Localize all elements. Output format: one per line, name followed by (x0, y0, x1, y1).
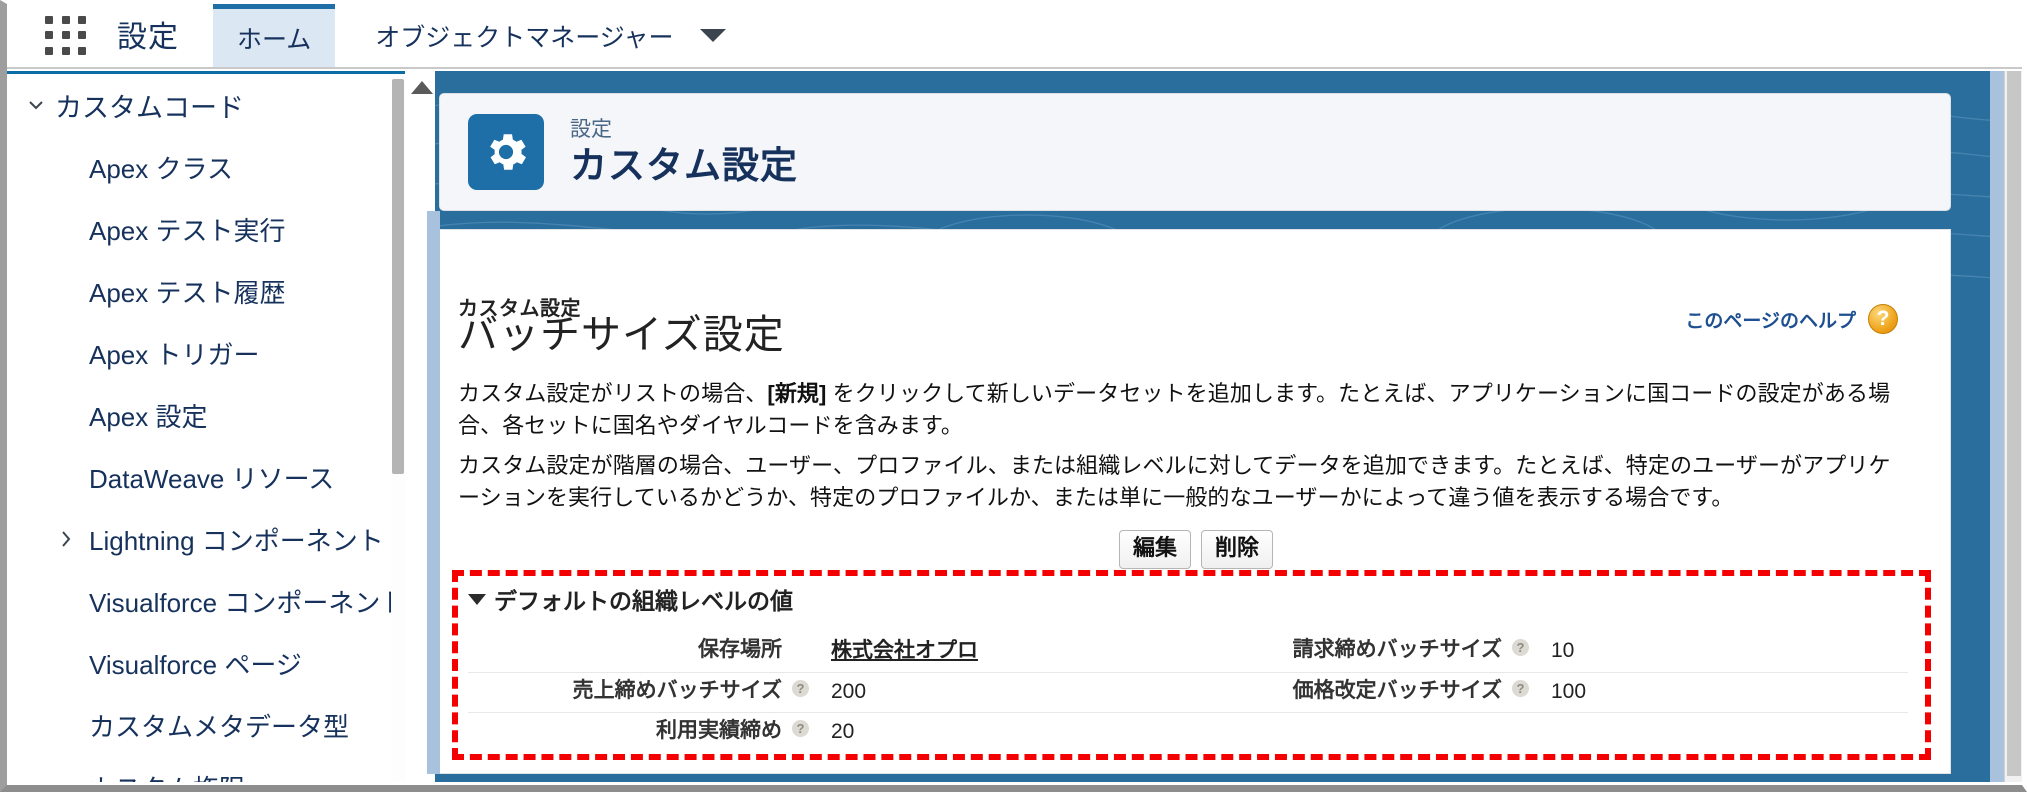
tab-object-manager-label: オブジェクトマネージャー (375, 23, 674, 52)
sidebar-item-apex-test-execution[interactable]: Apex テスト実行 (7, 198, 405, 260)
detail-cell-left: 利用実績締め ? 20 (468, 713, 1188, 753)
field-help-icon[interactable]: ? (1512, 639, 1529, 656)
page-header-texts: 設定 カスタム設定 (570, 117, 798, 187)
sidebar-item-custom-metadata-types[interactable]: カスタムメタデータ型 (7, 694, 405, 756)
field-label: 保存場所 (698, 638, 782, 661)
sidebar-item-label: カスタム権限 (89, 769, 245, 783)
detail-cell-right-empty: ? (1188, 713, 1908, 753)
action-button-bar: 編集 削除 (440, 530, 1950, 569)
field-help-icon[interactable]: ? (792, 720, 809, 738)
sidebar-section-custom-code[interactable]: カスタムコード (7, 74, 405, 136)
sidebar-scrollbar-thumb[interactable] (392, 79, 404, 474)
field-value: 100 (1551, 679, 1587, 703)
field-label: 利用実績締め (656, 719, 782, 743)
chevron-down-icon[interactable] (699, 29, 726, 42)
sidebar-item-apex-settings[interactable]: Apex 設定 (7, 384, 405, 446)
sidebar-item-label: Apex テスト履歴 (89, 277, 286, 308)
sidebar-item-label: DataWeave リソース (89, 463, 335, 494)
default-org-level-values-section: デフォルトの組織レベルの値 保存場所 ? 株式会社オプロ 請求締めバッチサイズ … (468, 582, 1908, 753)
field-label: 価格改定バッチサイズ (1292, 678, 1502, 702)
sidebar-item-label: Lightning コンポーネント (89, 525, 384, 556)
edit-button[interactable]: 編集 (1118, 530, 1191, 569)
detail-section-title-label: デフォルトの組織レベルの値 (494, 588, 793, 614)
global-header: 設定 ホーム オブジェクトマネージャー (7, 4, 2022, 69)
detail-cell-right: 価格改定バッチサイズ ? 100 (1188, 673, 1908, 713)
field-value: 200 (831, 679, 867, 703)
content-panel: カスタム設定 バッチサイズ設定 このページのヘルプ ? カスタム設定がリストの場… (439, 229, 1951, 774)
panel-right-rail (1990, 71, 2004, 782)
setup-title: 設定 (117, 20, 179, 54)
field-label: 請求締めバッチサイズ (1292, 638, 1502, 661)
app-launcher-icon[interactable] (45, 16, 89, 56)
sidebar-item-visualforce-pages[interactable]: Visualforce ページ (7, 632, 405, 694)
detail-row: 売上締めバッチサイズ ? 200 価格改定バッチサイズ ? 100 (468, 673, 1908, 714)
detail-row: 利用実績締め ? 20 ? (468, 713, 1908, 753)
description-paragraph-2: カスタム設定が階層の場合、ユーザー、プロファイル、または組織レベルに対してデータ… (458, 453, 1891, 510)
sidebar-item-label: Apex クラス (89, 153, 233, 184)
sidebar-item-label: Apex テスト実行 (89, 215, 286, 246)
delete-button[interactable]: 削除 (1201, 530, 1274, 569)
help-question-icon[interactable]: ? (1868, 304, 1898, 334)
setup-sidebar: カスタムコード Apex クラス Apex テスト実行 Apex テスト履歴 A… (7, 71, 405, 782)
para1-pre: カスタム設定がリストの場合、 (458, 381, 768, 406)
content-title: バッチサイズ設定 (458, 313, 785, 357)
sidebar-item-apex-test-history[interactable]: Apex テスト履歴 (7, 260, 405, 322)
field-value: 10 (1551, 639, 1575, 662)
para1-bold: [新規] (767, 381, 827, 406)
field-label: 売上締めバッチサイズ (572, 678, 782, 702)
tab-home-label: ホーム (237, 26, 312, 54)
sidebar-item-visualforce-components[interactable]: Visualforce コンポーネント (7, 570, 405, 632)
sidebar-item-apex-classes[interactable]: Apex クラス (7, 136, 405, 198)
storage-location-link[interactable]: 株式会社オプロ (831, 639, 978, 662)
description-paragraph-1: カスタム設定がリストの場合、[新規] をクリックして新しいデータセットを追加しま… (458, 378, 1906, 442)
sidebar-scrollbar[interactable] (391, 74, 405, 782)
main-scrollbar-thumb[interactable] (2007, 71, 2021, 776)
detail-row: 保存場所 ? 株式会社オプロ 請求締めバッチサイズ ? 10 (468, 632, 1908, 673)
scroll-up-arrow-icon[interactable] (411, 81, 433, 94)
field-value: 20 (831, 720, 855, 744)
sidebar-item-label: Apex 設定 (89, 401, 208, 432)
sidebar-item-label: Visualforce ページ (89, 649, 302, 680)
sidebar-item-label: カスタムメタデータ型 (89, 711, 350, 742)
sidebar-item-lightning-components[interactable]: Lightning コンポーネント (7, 508, 405, 570)
sidebar-item-apex-triggers[interactable]: Apex トリガー (7, 322, 405, 384)
sidebar-item-custom-permissions[interactable]: カスタム権限 (7, 756, 405, 783)
sidebar-item-dataweave-resources[interactable]: DataWeave リソース (7, 446, 405, 508)
chevron-down-icon (25, 94, 55, 116)
tab-home[interactable]: ホーム (213, 4, 336, 67)
page-header-card: 設定 カスタム設定 (439, 93, 1951, 211)
gear-icon (468, 114, 544, 190)
sidebar-section-label: カスタムコード (55, 92, 244, 123)
field-help-icon[interactable]: ? (1512, 679, 1529, 697)
detail-cell-left: 保存場所 ? 株式会社オプロ (468, 632, 1188, 672)
field-value: 株式会社オプロ (809, 634, 978, 668)
help-link-wrap: このページのヘルプ ? (1685, 304, 1898, 334)
detail-cell-left: 売上締めバッチサイズ ? 200 (468, 673, 1188, 713)
detail-section-header[interactable]: デフォルトの組織レベルの値 (468, 582, 1908, 616)
page-help-link[interactable]: このページのヘルプ (1685, 306, 1856, 333)
left-blue-rail (427, 211, 440, 774)
chevron-right-icon (55, 528, 89, 550)
sidebar-item-label: Visualforce コンポーネント (89, 587, 405, 618)
main-scrollbar[interactable] (2004, 71, 2022, 782)
page-header-eyebrow: 設定 (570, 118, 612, 142)
page-title: カスタム設定 (570, 145, 798, 187)
main-content-region: 設定 カスタム設定 カスタム設定 バッチサイズ設定 このページのヘルプ ? カス… (407, 71, 2022, 782)
browser-window: 設定 ホーム オブジェクトマネージャー カスタムコード Apex クラス Ape… (0, 0, 2027, 792)
triangle-down-icon (468, 593, 486, 605)
field-help-icon[interactable]: ? (792, 679, 809, 697)
sidebar-item-label: Apex トリガー (89, 339, 260, 370)
tab-object-manager[interactable]: オブジェクトマネージャー (351, 4, 749, 67)
detail-cell-right: 請求締めバッチサイズ ? 10 (1188, 632, 1908, 672)
